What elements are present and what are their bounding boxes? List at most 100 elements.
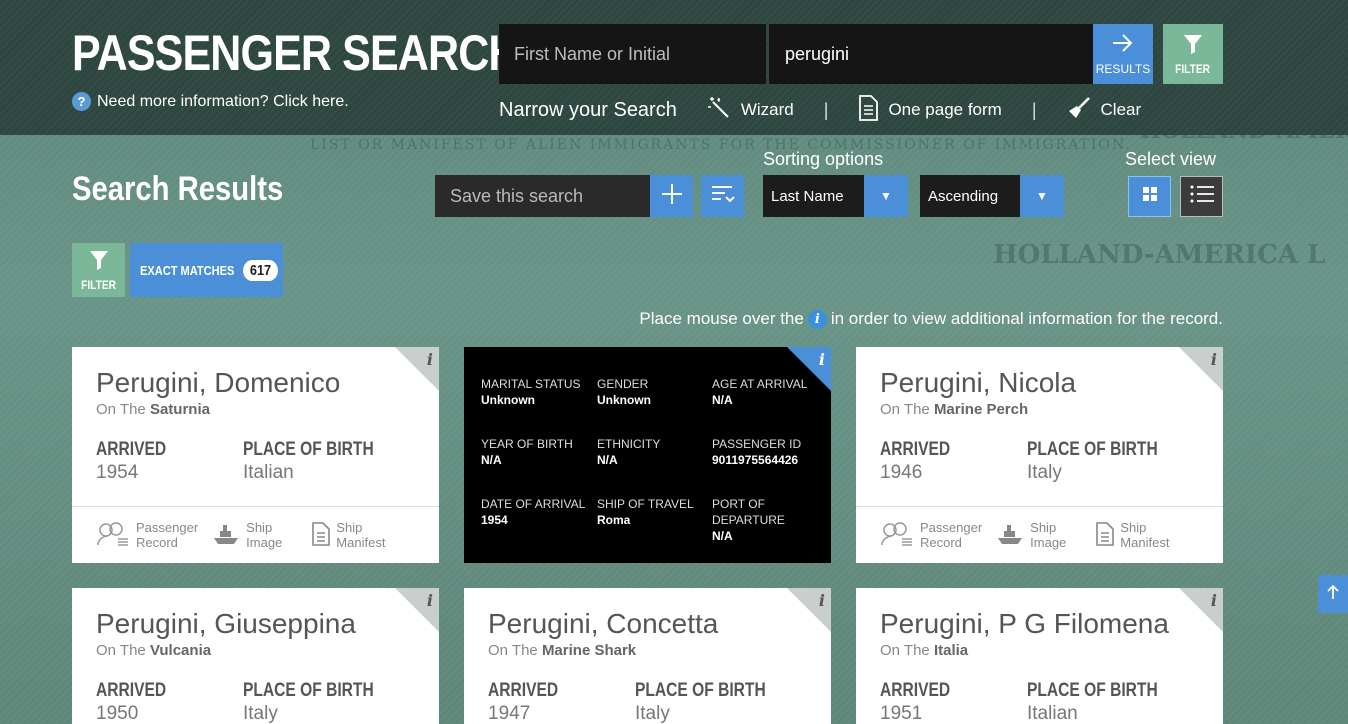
- label-line: Image: [1030, 535, 1067, 550]
- arrived-value: 1947: [488, 703, 531, 724]
- result-card: i Perugini, Domenico On The Saturnia ARR…: [72, 347, 439, 563]
- exact-matches-button[interactable]: EXACT MATCHES 617: [130, 243, 283, 297]
- magic-wand-icon: [707, 96, 731, 125]
- info-icon[interactable]: i: [1211, 350, 1217, 369]
- label-line: Record: [920, 535, 962, 550]
- detail-key: DATE OF ARRIVAL: [481, 497, 586, 511]
- label-line: Record: [136, 535, 178, 550]
- results-button[interactable]: RESULTS: [1093, 24, 1153, 84]
- place-of-birth-label: PLACE OF BIRTH: [243, 680, 374, 701]
- ship-line: On The Marine Shark: [488, 642, 636, 659]
- detail-key: AGE AT ARRIVAL: [712, 377, 808, 391]
- arrow-right-icon: [1111, 33, 1135, 58]
- label-line: Manifest: [336, 535, 386, 550]
- passenger-name[interactable]: Perugini, Concetta: [488, 608, 718, 640]
- detail-value: N/A: [597, 453, 618, 467]
- exact-matches-label: EXACT MATCHES: [140, 262, 235, 278]
- label-line: Passenger: [136, 520, 199, 535]
- place-of-birth-value: Italy: [243, 703, 278, 724]
- label-line: Passenger: [920, 520, 983, 535]
- passenger-record-button[interactable]: Passenger Record: [96, 520, 198, 550]
- detail-value: Roma: [597, 513, 631, 527]
- place-of-birth-value: Italian: [243, 462, 294, 483]
- result-card: i Perugini, Nicola On The Marine Perch A…: [856, 347, 1223, 563]
- ship-manifest-button[interactable]: Ship Manifest: [312, 520, 385, 550]
- passenger-name[interactable]: Perugini, Nicola: [880, 367, 1076, 399]
- passenger-id: PASSENGER ID 9011975564426: [712, 436, 827, 468]
- wizard-link[interactable]: Wizard: [707, 96, 794, 125]
- sort-order-value: Ascending: [928, 187, 999, 205]
- document-icon: [312, 521, 331, 549]
- page-title: PASSENGER SEARCH: [72, 25, 519, 81]
- search-results-title: Search Results: [72, 170, 284, 208]
- ship-manifest-label: Ship Manifest: [336, 520, 385, 550]
- separator: |: [1031, 99, 1037, 120]
- info-hint: Place mouse over the i in order to view …: [639, 309, 1223, 329]
- passenger-name[interactable]: Perugini, Giuseppina: [96, 608, 356, 640]
- marital-status: MARITAL STATUS Unknown: [481, 376, 596, 408]
- ship-icon: [996, 522, 1024, 549]
- list-dropdown-icon: [711, 184, 735, 209]
- help-link[interactable]: ? Need more information? Click here.: [72, 92, 349, 111]
- on-the-label: On The: [880, 642, 930, 659]
- ship-name: Italia: [933, 642, 969, 659]
- filter-button[interactable]: FILTER: [72, 243, 125, 297]
- info-icon[interactable]: i: [427, 591, 433, 610]
- last-name-input[interactable]: [769, 24, 1093, 84]
- ship-image-button[interactable]: Ship Image: [212, 520, 282, 550]
- detail-value: Unknown: [481, 393, 535, 407]
- question-icon: ?: [72, 92, 91, 111]
- ship-manifest-button[interactable]: Ship Manifest: [1096, 520, 1169, 550]
- saved-searches-button[interactable]: [701, 175, 744, 217]
- funnel-icon: [1182, 33, 1204, 60]
- ship-line: On The Vulcania: [96, 642, 211, 659]
- filter-button-label: FILTER: [1175, 61, 1211, 76]
- chevron-down-icon: ▼: [864, 175, 908, 217]
- scroll-to-top-button[interactable]: [1318, 575, 1348, 613]
- info-icon[interactable]: i: [819, 350, 825, 369]
- ship-line: On The Saturnia: [96, 401, 210, 418]
- ship-line: On The Marine Perch: [880, 401, 1028, 418]
- info-icon[interactable]: i: [819, 591, 825, 610]
- gender: GENDER Unknown: [597, 376, 712, 408]
- info-icon: i: [807, 309, 827, 329]
- first-name-input[interactable]: [499, 24, 766, 84]
- ship-name: Saturnia: [149, 401, 210, 418]
- one-page-form-label: One page form: [888, 100, 1002, 119]
- grid-view-button[interactable]: [1128, 176, 1171, 217]
- save-search-input[interactable]: [435, 175, 650, 217]
- info-icon[interactable]: i: [427, 350, 433, 369]
- sort-field-value: Last Name: [771, 187, 844, 205]
- sort-order-select[interactable]: Ascending ▼: [920, 175, 1064, 217]
- passenger-name[interactable]: Perugini, P G Filomena: [880, 608, 1169, 640]
- place-of-birth-value: Italy: [635, 703, 670, 724]
- passenger-name[interactable]: Perugini, Domenico: [96, 367, 340, 399]
- ship-name: Vulcania: [149, 642, 212, 659]
- arrived-value: 1954: [96, 462, 139, 483]
- year-of-birth: YEAR OF BIRTH N/A: [481, 436, 596, 468]
- label-line: Ship: [246, 520, 273, 535]
- label-line: Manifest: [1120, 535, 1170, 550]
- ship-name: Marine Shark: [541, 642, 637, 659]
- info-icon[interactable]: i: [1211, 591, 1217, 610]
- arrived-label: ARRIVED: [880, 439, 951, 460]
- ship-image-label: Ship Image: [246, 520, 282, 550]
- clear-link[interactable]: Clear: [1067, 96, 1141, 125]
- wizard-label: Wizard: [740, 100, 794, 119]
- info-hint-before: Place mouse over the: [639, 309, 804, 328]
- one-page-form-link[interactable]: One page form: [858, 94, 1002, 126]
- ship-image-button[interactable]: Ship Image: [996, 520, 1066, 550]
- result-card: i Perugini, Giuseppina On The Vulcania A…: [72, 588, 439, 724]
- broom-icon: [1067, 96, 1091, 125]
- list-view-button[interactable]: [1180, 176, 1223, 217]
- filter-button-top[interactable]: FILTER: [1163, 24, 1223, 84]
- sort-field-select[interactable]: Last Name ▼: [763, 175, 908, 217]
- ship-icon: [212, 522, 240, 549]
- passenger-record-button[interactable]: Passenger Record: [880, 520, 982, 550]
- on-the-label: On The: [96, 401, 146, 418]
- detail-value: 1954: [481, 513, 508, 527]
- results-button-label: RESULTS: [1095, 61, 1151, 76]
- ship-image-label: Ship Image: [1030, 520, 1066, 550]
- arrived-label: ARRIVED: [96, 680, 167, 701]
- save-search-button[interactable]: [650, 175, 693, 217]
